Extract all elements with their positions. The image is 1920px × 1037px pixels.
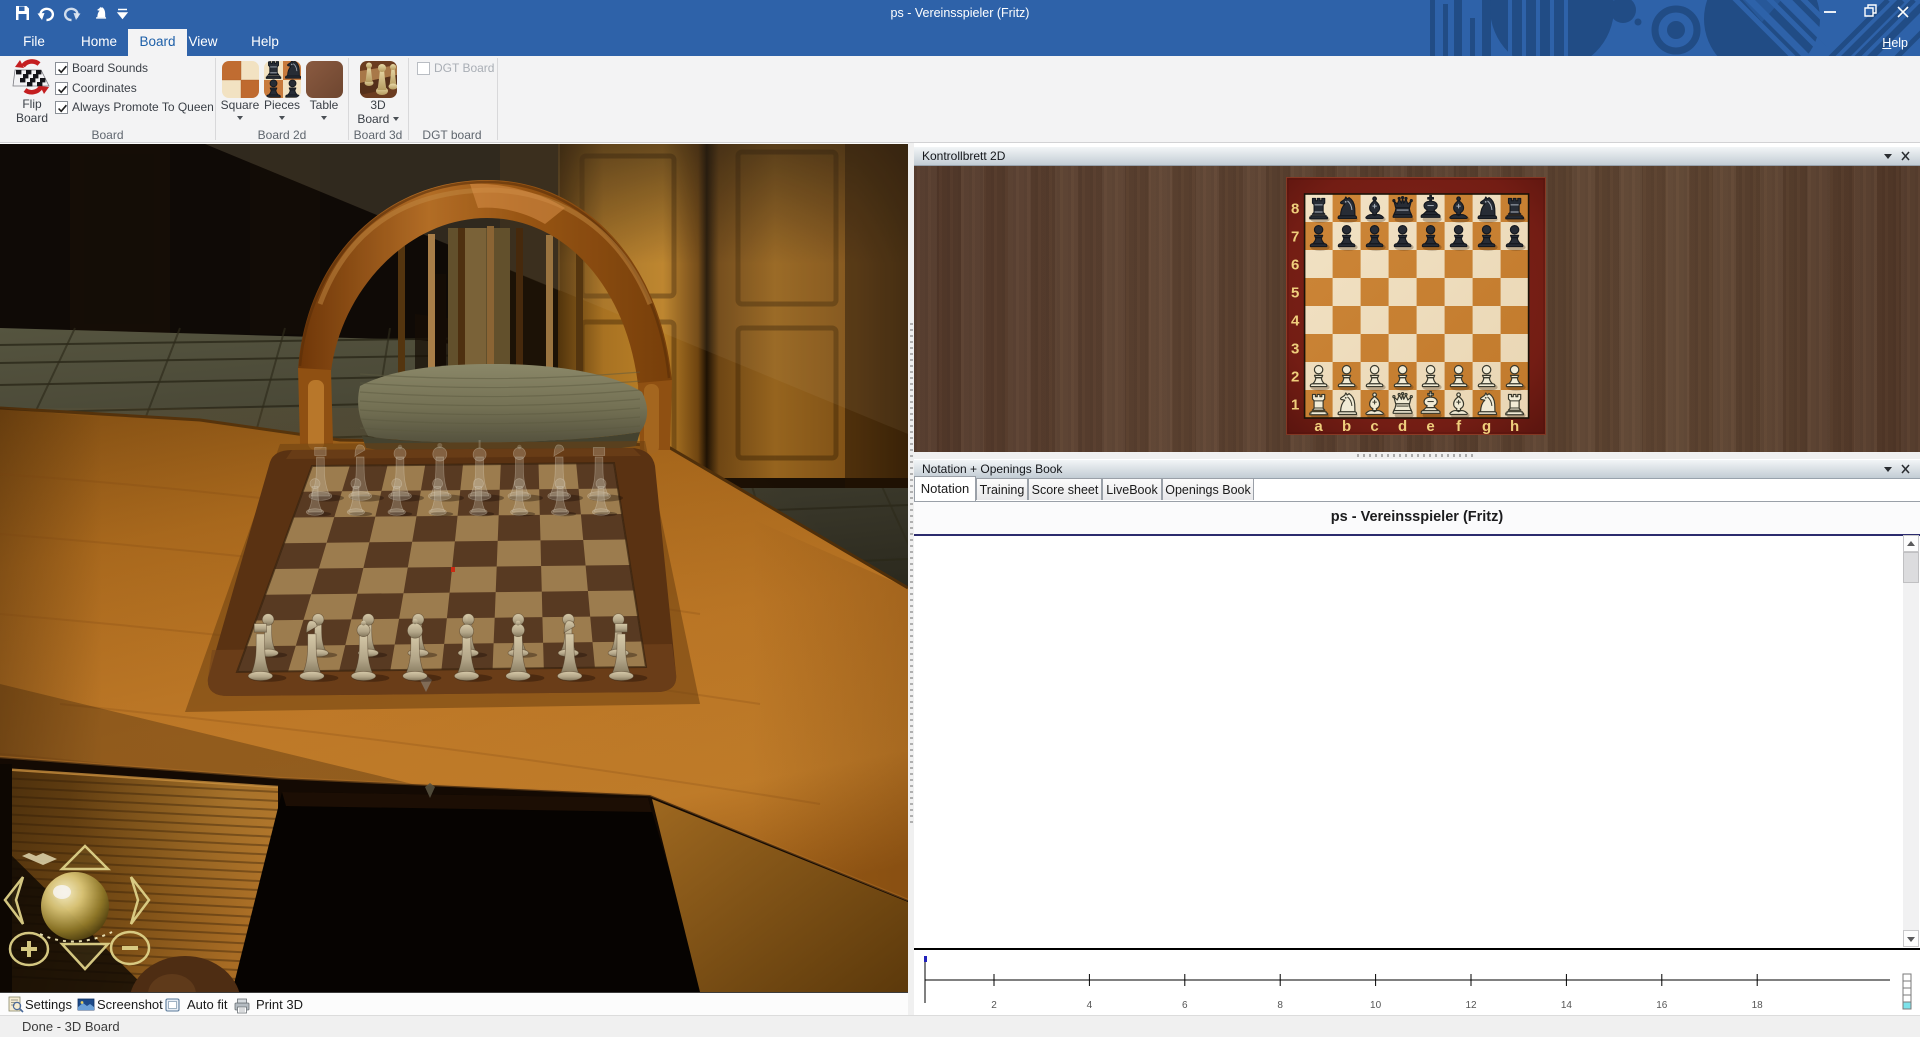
- svg-text:4: 4: [1291, 313, 1300, 330]
- svg-text:12: 12: [1465, 1000, 1477, 1011]
- svg-text:8: 8: [1291, 201, 1299, 218]
- svg-text:18: 18: [1752, 1000, 1764, 1011]
- svg-text:1: 1: [1291, 397, 1299, 414]
- svg-text:c: c: [1370, 418, 1378, 435]
- svg-text:b: b: [1342, 418, 1351, 435]
- svg-text:e: e: [1426, 418, 1434, 435]
- svg-text:4: 4: [1087, 1000, 1093, 1011]
- svg-text:14: 14: [1561, 1000, 1573, 1011]
- svg-text:5: 5: [1291, 285, 1299, 302]
- svg-text:8: 8: [1277, 1000, 1283, 1011]
- svg-text:d: d: [1398, 418, 1407, 435]
- svg-text:6: 6: [1291, 257, 1299, 274]
- svg-text:7: 7: [1291, 229, 1299, 246]
- svg-text:a: a: [1314, 418, 1323, 435]
- svg-text:10: 10: [1370, 1000, 1382, 1011]
- svg-text:16: 16: [1656, 1000, 1668, 1011]
- svg-text:2: 2: [1291, 369, 1299, 386]
- svg-text:2: 2: [991, 1000, 997, 1011]
- svg-text:g: g: [1482, 418, 1491, 435]
- svg-text:6: 6: [1182, 1000, 1188, 1011]
- svg-text:h: h: [1510, 418, 1519, 435]
- svg-text:3: 3: [1291, 341, 1299, 358]
